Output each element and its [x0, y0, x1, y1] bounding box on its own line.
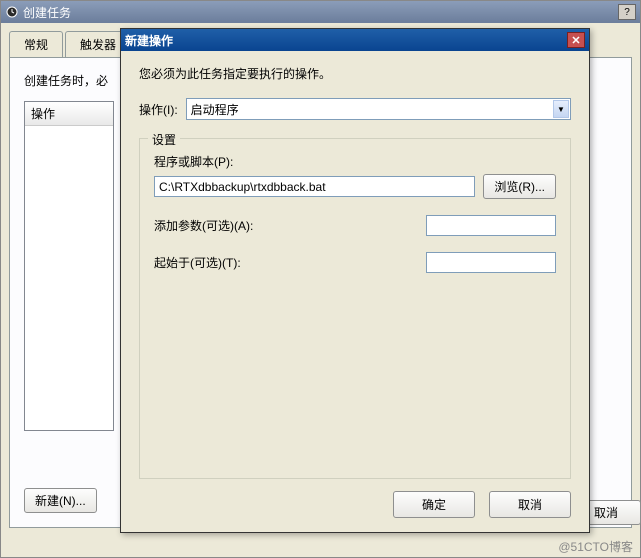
- settings-legend: 设置: [148, 131, 180, 148]
- modal-hint: 您必须为此任务指定要执行的操作。: [139, 65, 571, 82]
- new-action-dialog: 新建操作 ✕ 您必须为此任务指定要执行的操作。 操作(I): 启动程序 ▼ 设置…: [120, 28, 590, 533]
- modal-title: 新建操作: [125, 32, 173, 49]
- args-input[interactable]: [426, 215, 556, 236]
- chevron-down-icon: ▼: [553, 100, 569, 118]
- tab-general[interactable]: 常规: [9, 31, 63, 57]
- parent-title: 创建任务: [23, 4, 71, 21]
- watermark: @51CTO博客: [558, 538, 633, 555]
- modal-footer: 确定 取消: [139, 479, 571, 518]
- script-input[interactable]: [154, 176, 475, 197]
- new-action-button[interactable]: 新建(N)...: [24, 488, 97, 513]
- script-label: 程序或脚本(P):: [154, 153, 556, 170]
- args-label: 添加参数(可选)(A):: [154, 217, 253, 234]
- list-header-action[interactable]: 操作: [25, 102, 113, 126]
- action-dropdown-value: 启动程序: [191, 101, 239, 118]
- ok-button[interactable]: 确定: [393, 491, 475, 518]
- parent-titlebar: 创建任务 ?: [1, 1, 640, 23]
- help-button[interactable]: ?: [618, 4, 636, 20]
- close-icon[interactable]: ✕: [567, 32, 585, 48]
- action-dropdown[interactable]: 启动程序 ▼: [186, 98, 571, 120]
- startin-label: 起始于(可选)(T):: [154, 254, 241, 271]
- modal-body: 您必须为此任务指定要执行的操作。 操作(I): 启动程序 ▼ 设置 程序或脚本(…: [121, 51, 589, 532]
- modal-titlebar: 新建操作 ✕: [121, 29, 589, 51]
- browse-button[interactable]: 浏览(R)...: [483, 174, 556, 199]
- clock-icon: [5, 5, 19, 19]
- actions-listbox[interactable]: 操作: [24, 101, 114, 431]
- startin-input[interactable]: [426, 252, 556, 273]
- action-label: 操作(I):: [139, 101, 178, 118]
- cancel-button[interactable]: 取消: [489, 491, 571, 518]
- settings-fieldset: 设置 程序或脚本(P): 浏览(R)... 添加参数(可选)(A): 起始于(可…: [139, 138, 571, 479]
